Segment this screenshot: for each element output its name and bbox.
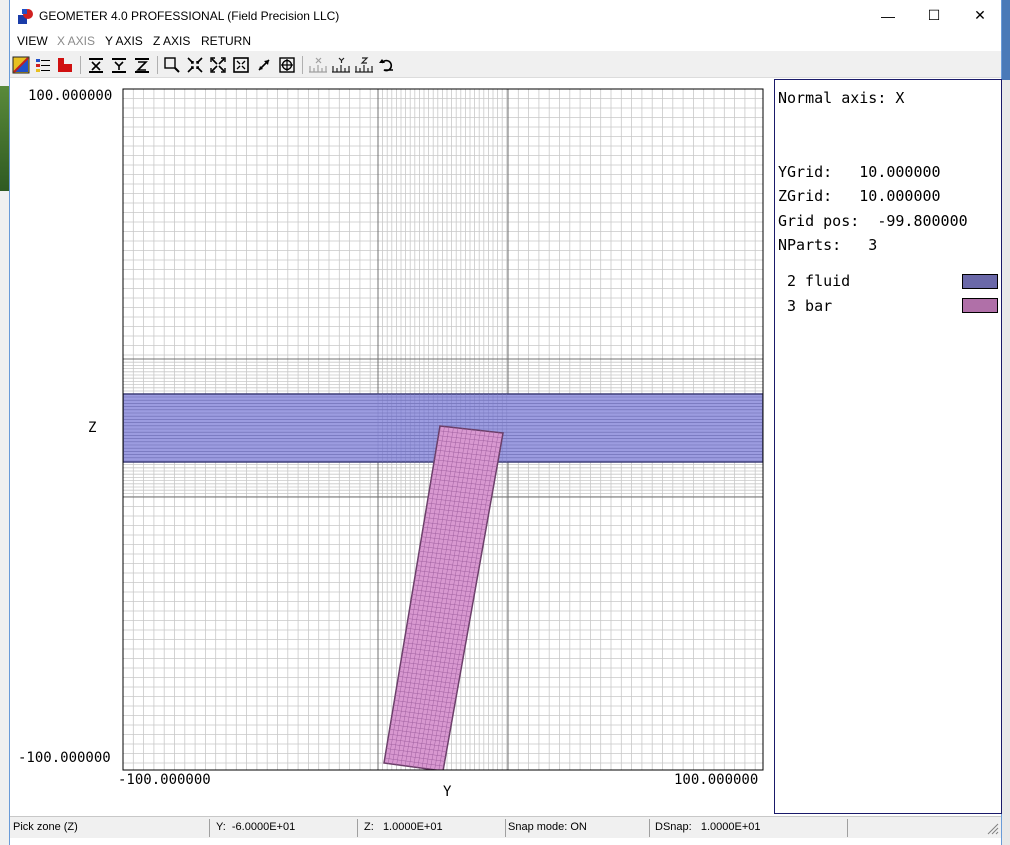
status-snap-mode: Snap mode: ON <box>505 819 650 837</box>
region-fill-icon[interactable] <box>55 55 75 75</box>
nparts-text: NParts: 3 <box>778 236 878 254</box>
desktop-background-right <box>1001 0 1010 845</box>
legend-swatch-bar[interactable] <box>962 298 998 313</box>
geometer-app-icon <box>18 9 33 24</box>
menu-return[interactable]: RETURN <box>201 34 251 48</box>
y-filter-icon[interactable] <box>109 55 129 75</box>
plot-area[interactable]: 100.000000 Z -100.000000 -100.000000 100… <box>10 79 772 816</box>
maximize-button[interactable]: ☐ <box>911 0 957 31</box>
normal-axis-text: Normal axis: X <box>778 89 905 107</box>
info-panel: Normal axis: X YGrid: 10.000000 ZGrid: 1… <box>774 79 1002 814</box>
zgrid-text: ZGrid: 10.000000 <box>778 187 941 205</box>
toolbar-separator <box>157 56 158 74</box>
x-axis-tool-icon[interactable] <box>308 55 328 75</box>
snap-target-icon[interactable] <box>277 55 297 75</box>
status-y-coordinate: Y: -6.0000E+01 <box>213 819 358 837</box>
z-axis-tool-icon[interactable] <box>354 55 374 75</box>
undo-view-icon[interactable] <box>377 55 397 75</box>
legend-label-fluid: 2 fluid <box>787 272 851 290</box>
resize-grip-icon[interactable] <box>987 823 999 835</box>
menu-z-axis[interactable]: Z AXIS <box>153 34 190 48</box>
menu-x-axis[interactable]: X AXIS <box>57 34 95 48</box>
menu-y-axis[interactable]: Y AXIS <box>105 34 143 48</box>
zoom-fit-icon[interactable] <box>231 55 251 75</box>
menu-bar: VIEW X AXIS Y AXIS Z AXIS RETURN <box>10 31 1001 51</box>
zoom-window-icon[interactable] <box>162 55 182 75</box>
status-bar: Pick zone (Z) Y: -6.0000E+01 Z: 1.0000E+… <box>10 816 1001 838</box>
status-z-coordinate: Z: 1.0000E+01 <box>361 819 506 837</box>
z-filter-icon[interactable] <box>132 55 152 75</box>
legend-swatch-fluid[interactable] <box>962 274 998 289</box>
close-button[interactable]: ✕ <box>957 0 1003 31</box>
minimize-icon: — <box>881 7 895 24</box>
pan-icon[interactable] <box>254 55 274 75</box>
toolbar <box>10 51 1001 78</box>
status-mode: Pick zone (Z) <box>10 819 210 837</box>
close-icon: ✕ <box>974 7 986 23</box>
desktop-wallpaper-fragment <box>0 86 9 191</box>
grid-pos-text: Grid pos: -99.800000 <box>778 212 968 230</box>
window-title: GEOMETER 4.0 PROFESSIONAL (Field Precisi… <box>39 9 340 23</box>
window-bottom-edge <box>10 838 1001 845</box>
legend-label-bar: 3 bar <box>787 297 833 315</box>
mesh-canvas[interactable] <box>10 79 772 816</box>
status-dsnap: DSnap: 1.0000E+01 <box>652 819 848 837</box>
legend-icon[interactable] <box>33 55 53 75</box>
y-axis-tool-icon[interactable] <box>331 55 351 75</box>
color-fill-icon[interactable] <box>11 55 31 75</box>
maximize-icon: ☐ <box>927 7 941 23</box>
zoom-in-icon[interactable] <box>185 55 205 75</box>
toolbar-separator <box>302 56 303 74</box>
geometer-window: GEOMETER 4.0 PROFESSIONAL (Field Precisi… <box>9 0 1002 845</box>
x-filter-icon[interactable] <box>86 55 106 75</box>
zoom-out-icon[interactable] <box>208 55 228 75</box>
toolbar-separator <box>80 56 81 74</box>
minimize-button[interactable]: — <box>865 0 911 31</box>
desktop-background-left <box>0 0 9 845</box>
ygrid-text: YGrid: 10.000000 <box>778 163 941 181</box>
menu-view[interactable]: VIEW <box>17 34 48 48</box>
title-bar[interactable]: GEOMETER 4.0 PROFESSIONAL (Field Precisi… <box>10 0 1001 31</box>
